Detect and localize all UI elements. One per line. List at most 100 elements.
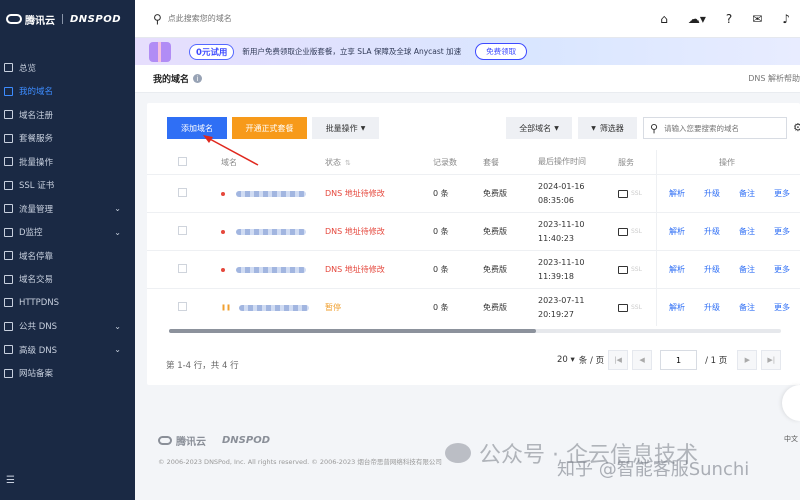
- sort-icon: ⇅: [345, 158, 351, 167]
- last-op-time: 2024-01-16 08:35:06: [538, 180, 618, 208]
- trade-icon: [4, 274, 13, 284]
- row-action-link[interactable]: 备注: [739, 302, 755, 313]
- row-action-link[interactable]: 解析: [669, 188, 685, 199]
- scrollbar-thumb[interactable]: [169, 329, 537, 333]
- row-action-link[interactable]: 解析: [669, 302, 685, 313]
- sidebar-item[interactable]: 网站备案: [0, 362, 135, 386]
- sidebar-item[interactable]: HTTPDNS: [0, 291, 135, 315]
- tencent-cloud-logo-icon: [158, 436, 172, 445]
- chat-float-button[interactable]: [782, 385, 800, 421]
- select-all-checkbox[interactable]: [178, 156, 187, 166]
- page-number-input[interactable]: [660, 350, 698, 370]
- sidebar-item[interactable]: 高级 DNS ⌄: [0, 338, 135, 362]
- toolbar: 添加域名 开通正式套餐 批量操作▼ 全部域名▼ ▼筛选器 ⚲ ⚙: [147, 117, 800, 141]
- row-summary: 第 1-4 行，共 4 行: [166, 361, 239, 371]
- row-action-link[interactable]: 解析: [669, 264, 685, 275]
- record-count: 0 条: [433, 265, 449, 274]
- brand-logo[interactable]: 腾讯云 DNSPOD: [0, 0, 135, 38]
- domain-search-input[interactable]: [664, 123, 775, 133]
- header-actions: 操作: [656, 150, 735, 174]
- sidebar-item[interactable]: D监控 ⌄: [0, 221, 135, 245]
- filter-button[interactable]: ▼ 筛选器: [578, 117, 637, 139]
- prev-page-button[interactable]: ◀: [632, 350, 653, 370]
- horizontal-scrollbar[interactable]: [169, 329, 781, 333]
- service-text: SSL: [631, 266, 642, 273]
- chevron-down-icon: ⌄: [114, 227, 121, 237]
- sidebar-item[interactable]: 套餐服务: [0, 127, 135, 151]
- page-size-value: 20: [557, 355, 568, 365]
- blurred-domain-name[interactable]: [236, 190, 306, 197]
- menu-collapse-icon[interactable]: ☰: [6, 475, 15, 486]
- search-icon: ⚲: [153, 11, 162, 26]
- header-status[interactable]: 状态 ⇅: [309, 157, 433, 168]
- enable-plan-button[interactable]: 开通正式套餐: [232, 117, 307, 139]
- sidebar-item[interactable]: 域名停靠: [0, 244, 135, 268]
- row-action-link[interactable]: 升级: [704, 264, 720, 275]
- sidebar-item[interactable]: 域名交易: [0, 268, 135, 292]
- service-cell: SSL: [618, 227, 656, 236]
- caret-down-icon: ▼: [554, 124, 559, 132]
- page-size-select[interactable]: 20 ▾: [557, 355, 575, 365]
- sidebar-item-label: 流量管理: [19, 204, 54, 215]
- sidebar: 腾讯云 DNSPOD 总览 我的域名 域名注册 套餐服务 批量操作 SSL 证书 流量管理 ⌄…: [0, 0, 135, 500]
- sidebar-item[interactable]: 公共 DNS ⌄: [0, 315, 135, 339]
- next-page-button[interactable]: ▶: [737, 350, 758, 370]
- row-action-link[interactable]: 备注: [739, 188, 755, 199]
- language-tag[interactable]: 中文: [784, 434, 798, 444]
- row-action-link[interactable]: 备注: [739, 264, 755, 275]
- help-icon[interactable]: ?: [726, 12, 732, 26]
- row-action-link[interactable]: 更多: [774, 302, 790, 313]
- row-checkbox[interactable]: [178, 264, 187, 273]
- ssl-service-icon[interactable]: [618, 227, 628, 236]
- claim-free-button[interactable]: 免费领取: [475, 43, 528, 60]
- sidebar-item[interactable]: 域名注册: [0, 103, 135, 127]
- info-icon[interactable]: i: [193, 74, 203, 83]
- row-action-link[interactable]: 备注: [739, 226, 755, 237]
- traffic-icon: [4, 204, 13, 214]
- blurred-domain-name[interactable]: [236, 266, 306, 273]
- row-checkbox[interactable]: [178, 302, 187, 311]
- blurred-domain-name[interactable]: [239, 304, 309, 311]
- sidebar-item-label: 批量操作: [19, 157, 54, 168]
- all-domains-dropdown[interactable]: 全部域名 ▼: [506, 117, 572, 139]
- status-dot-icon: [221, 229, 225, 234]
- copyright-text: © 2006-2023 DNSPod, Inc. All rights rese…: [158, 458, 442, 466]
- last-op-date: 2023-07-11: [538, 295, 585, 305]
- row-action-link[interactable]: 升级: [704, 226, 720, 237]
- row-action-link[interactable]: 更多: [774, 188, 790, 199]
- batch-ops-dropdown[interactable]: 批量操作 ▼: [312, 117, 379, 139]
- sidebar-item[interactable]: 总览: [0, 56, 135, 80]
- row-actions: 解析 升级 备注 更多: [656, 289, 790, 326]
- sidebar-item[interactable]: 我的域名: [0, 80, 135, 104]
- ssl-service-icon[interactable]: [618, 303, 628, 312]
- status-text: DNS 地址待修改: [325, 189, 385, 198]
- gear-icon[interactable]: ⚙: [793, 121, 800, 134]
- blurred-domain-name[interactable]: [236, 228, 306, 235]
- row-actions: 解析 升级 备注 更多: [656, 251, 790, 288]
- table-header: 域名 状态 ⇅ 记录数 套餐 最后操作时间 服务 操作: [147, 150, 800, 174]
- bell-icon[interactable]: ♪: [782, 12, 790, 26]
- last-page-button[interactable]: ▶|: [761, 350, 782, 370]
- row-checkbox[interactable]: [178, 226, 187, 235]
- ssl-service-icon[interactable]: [618, 189, 628, 198]
- home-icon[interactable]: ⌂: [660, 12, 668, 26]
- header-last-op-time: 最后操作时间: [538, 157, 586, 166]
- row-action-link[interactable]: 更多: [774, 226, 790, 237]
- row-action-link[interactable]: 解析: [669, 226, 685, 237]
- sidebar-item[interactable]: 流量管理 ⌄: [0, 197, 135, 221]
- row-action-link[interactable]: 升级: [704, 188, 720, 199]
- record-count: 0 条: [433, 303, 449, 312]
- wechat-icon[interactable]: ✉: [752, 12, 762, 26]
- sidebar-item[interactable]: SSL 证书: [0, 174, 135, 198]
- dns-help-link[interactable]: DNS 解析帮助: [748, 73, 800, 84]
- row-checkbox[interactable]: [178, 188, 187, 197]
- sidebar-item[interactable]: 批量操作: [0, 150, 135, 174]
- add-domain-button[interactable]: 添加域名: [167, 117, 227, 139]
- global-search-input[interactable]: [167, 14, 368, 23]
- ssl-service-icon[interactable]: [618, 265, 628, 274]
- first-page-button[interactable]: |◀: [608, 350, 629, 370]
- row-action-link[interactable]: 升级: [704, 302, 720, 313]
- row-action-link[interactable]: 更多: [774, 264, 790, 275]
- grid-icon: [4, 63, 13, 73]
- cloud-icon[interactable]: ☁▾: [688, 12, 706, 26]
